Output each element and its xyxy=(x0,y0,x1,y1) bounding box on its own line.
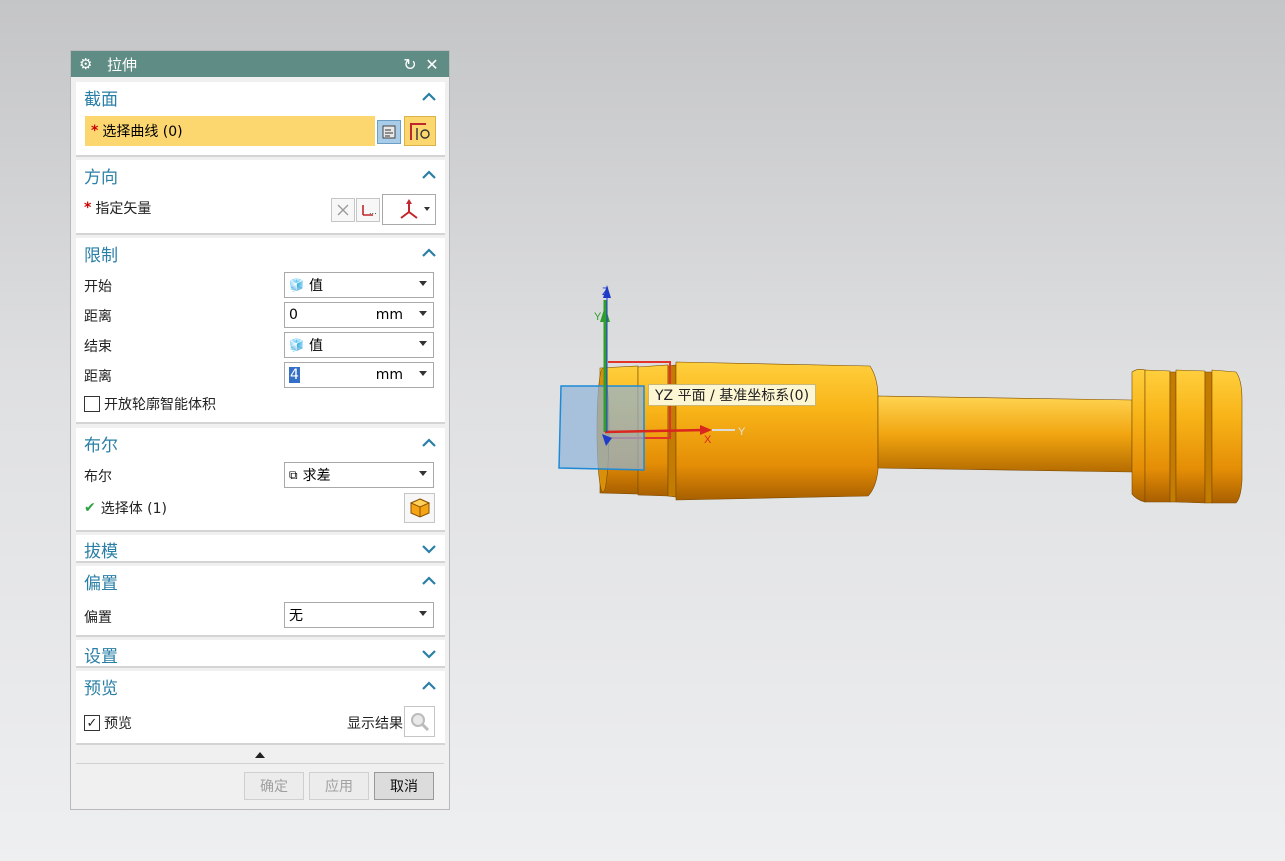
value-icon: 🧊 xyxy=(289,338,304,352)
subtract-icon: ⧉ xyxy=(289,467,298,482)
boolean-header[interactable]: 布尔 xyxy=(76,428,445,458)
limits-title: 限制 xyxy=(84,245,118,266)
select-curve-row[interactable]: * 选择曲线 (0) xyxy=(85,116,375,146)
chevron-up-icon[interactable] xyxy=(421,573,437,589)
boolean-select[interactable]: ⧉ 求差 xyxy=(284,462,434,488)
apply-button[interactable]: 应用 xyxy=(309,772,369,800)
chevron-down-icon xyxy=(419,341,427,346)
value-icon: 🧊 xyxy=(289,278,304,292)
open-profile-row[interactable]: 开放轮廓智能体积 xyxy=(84,394,437,414)
preview-checkbox[interactable]: ✓ xyxy=(84,715,100,731)
body-icon[interactable] xyxy=(404,493,435,523)
open-profile-checkbox[interactable] xyxy=(84,396,100,412)
preview-group: 预览 ✓ 预览 显示结果 xyxy=(76,671,445,745)
reverse-direction-icon[interactable] xyxy=(331,198,355,222)
svg-text:...: ... xyxy=(369,207,376,216)
end-distance-input[interactable]: 4 mm xyxy=(284,362,434,388)
extrude-dialog: ⚙ 拉伸 ↻ ✕ 截面 * 选择曲线 (0) 方向 * 指定矢量 ... 限制 … xyxy=(70,50,450,810)
offset-header[interactable]: 偏置 xyxy=(76,566,445,596)
draft-title: 拔模 xyxy=(84,541,118,562)
draft-header[interactable]: 拔模 xyxy=(76,535,445,563)
chevron-up-icon[interactable] xyxy=(421,245,437,261)
end-unit: mm xyxy=(375,367,403,383)
limits-group: 限制 开始 🧊 值 距离 0 mm 结束 🧊 值 距离 4 mm 开放轮廓智能体… xyxy=(76,238,445,424)
magnifier-icon[interactable] xyxy=(404,706,435,737)
start-distance-value: 0 xyxy=(289,307,298,323)
limits-header[interactable]: 限制 xyxy=(76,238,445,268)
cancel-button[interactable]: 取消 xyxy=(374,772,434,800)
chevron-down-icon xyxy=(419,611,427,616)
offset-select[interactable]: 无 xyxy=(284,602,434,628)
plane-tooltip: YZ 平面 / 基准坐标系(0) xyxy=(648,384,817,406)
direction-group: 方向 * 指定矢量 ... xyxy=(76,160,445,235)
specify-vector-label: 指定矢量 xyxy=(95,201,152,217)
start-distance-input[interactable]: 0 mm xyxy=(284,302,434,328)
boolean-select-value: 求差 xyxy=(302,468,331,484)
axis-label-x: X xyxy=(704,434,712,446)
direction-title: 方向 xyxy=(84,167,118,188)
vector-dialog-icon[interactable]: ... xyxy=(356,198,380,222)
right-flanges xyxy=(1131,369,1243,504)
offset-group: 偏置 偏置 无 xyxy=(76,566,445,637)
preview-title: 预览 xyxy=(84,678,118,699)
chevron-up-icon[interactable] xyxy=(421,678,437,694)
curve-select-icon[interactable] xyxy=(377,120,401,144)
sketch-icon[interactable] xyxy=(404,116,436,146)
axis-label-y2: Y xyxy=(738,426,746,438)
check-icon: ✔ xyxy=(84,500,96,516)
footer-divider xyxy=(76,763,444,764)
gear-icon[interactable]: ⚙ xyxy=(79,55,95,73)
collapse-more-icon[interactable] xyxy=(255,752,265,758)
chevron-down-icon xyxy=(419,281,427,286)
chevron-down-icon[interactable] xyxy=(419,371,427,376)
chevron-up-icon[interactable] xyxy=(421,167,437,183)
close-icon[interactable]: ✕ xyxy=(423,55,441,74)
offset-title: 偏置 xyxy=(84,573,118,594)
preview-header[interactable]: 预览 xyxy=(76,671,445,701)
axis-label-z: Z xyxy=(602,286,609,298)
settings-group: 设置 xyxy=(76,640,445,668)
dialog-title: 拉伸 xyxy=(107,55,138,74)
neck-shaft xyxy=(877,395,1133,473)
start-select-value: 值 xyxy=(308,278,323,294)
chevron-up-icon[interactable] xyxy=(421,89,437,105)
yz-plane[interactable] xyxy=(558,385,645,471)
boolean-title: 布尔 xyxy=(84,435,118,456)
settings-header[interactable]: 设置 xyxy=(76,640,445,668)
section-group: 截面 * 选择曲线 (0) xyxy=(76,82,445,157)
boolean-group: 布尔 布尔 ⧉ 求差 ✔ 选择体 (1) xyxy=(76,428,445,532)
preview-label: 预览 xyxy=(104,716,132,732)
end-select-value: 值 xyxy=(308,338,323,354)
open-profile-label: 开放轮廓智能体积 xyxy=(104,397,216,413)
select-body-label: 选择体 (1) xyxy=(100,501,168,517)
axis-label-y: Y xyxy=(594,311,602,323)
vector-icon[interactable] xyxy=(382,194,436,225)
select-body-row[interactable]: ✔ 选择体 (1) xyxy=(84,498,437,518)
direction-header[interactable]: 方向 xyxy=(76,160,445,190)
ok-button[interactable]: 确定 xyxy=(244,772,304,800)
start-select[interactable]: 🧊 值 xyxy=(284,272,434,298)
required-marker: * xyxy=(84,200,92,216)
chevron-up-icon[interactable] xyxy=(421,435,437,451)
chevron-down-icon[interactable] xyxy=(419,311,427,316)
end-distance-value: 4 xyxy=(289,367,300,383)
required-marker: * xyxy=(91,123,99,139)
dialog-titlebar[interactable]: ⚙ 拉伸 ↻ ✕ xyxy=(71,51,449,77)
offset-select-value: 无 xyxy=(289,608,303,624)
chevron-down-icon[interactable] xyxy=(421,646,437,662)
end-select[interactable]: 🧊 值 xyxy=(284,332,434,358)
select-curve-label: 选择曲线 (0) xyxy=(102,124,183,140)
reset-icon[interactable]: ↻ xyxy=(401,55,419,74)
show-result-label: 显示结果 xyxy=(347,716,403,732)
draft-group: 拔模 xyxy=(76,535,445,563)
start-unit: mm xyxy=(375,307,403,323)
section-header[interactable]: 截面 xyxy=(76,82,445,112)
chevron-down-icon[interactable] xyxy=(421,541,437,557)
section-title: 截面 xyxy=(84,89,118,110)
settings-title: 设置 xyxy=(84,646,118,667)
chevron-down-icon xyxy=(419,471,427,476)
